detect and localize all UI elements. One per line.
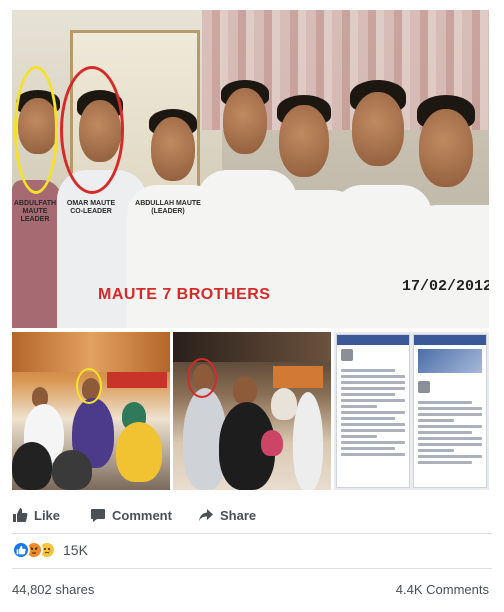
- main-photo[interactable]: ABDULFATH MAUTE LEADER OMAR MAUTE CO-LEA…: [12, 10, 489, 328]
- restaurant-ceiling: [12, 332, 170, 372]
- comment-button[interactable]: Comment: [90, 499, 172, 531]
- photo-date-stamp: 17/02/2012: [402, 278, 489, 295]
- red-highlight-ring: [187, 358, 217, 398]
- post-media[interactable]: ABDULFATH MAUTE LEADER OMAR MAUTE CO-LEA…: [12, 10, 489, 490]
- divider: [12, 568, 492, 569]
- reaction-summary[interactable]: 15K: [12, 540, 88, 560]
- thumbnail-photo-2[interactable]: [173, 332, 331, 490]
- comment-icon: [90, 507, 106, 523]
- share-button[interactable]: Share: [198, 499, 256, 531]
- thumbnail-photo-1[interactable]: [12, 332, 170, 490]
- thumbnail-photo-3[interactable]: [334, 332, 489, 490]
- figure: [52, 450, 92, 490]
- yellow-highlight-ring: [76, 368, 102, 404]
- red-highlight-ring: [60, 66, 124, 194]
- screenshot-right: [413, 334, 487, 488]
- figure: [233, 376, 257, 404]
- menu-board: [107, 372, 167, 388]
- reaction-count: 15K: [63, 542, 88, 558]
- figure: [12, 442, 52, 490]
- post-action-bar: Like Comment Share: [0, 499, 504, 531]
- shop-sign: [273, 366, 323, 388]
- like-reaction-icon: [12, 541, 30, 559]
- figure: [271, 388, 297, 420]
- screenshot-left: [336, 334, 410, 488]
- figure: [116, 422, 162, 482]
- share-label: Share: [220, 507, 257, 523]
- mall-ceiling: [173, 332, 331, 362]
- divider: [12, 533, 492, 534]
- figure: [261, 430, 283, 456]
- comment-count[interactable]: 4.4K Comments: [396, 582, 489, 597]
- yellow-highlight-ring: [14, 66, 58, 194]
- person-3-label: ABDULLAH MAUTE (LEADER): [135, 200, 201, 215]
- photo-caption: MAUTE 7 BROTHERS: [98, 286, 271, 303]
- share-arrow-icon: [198, 507, 214, 523]
- person-1-label: ABDULFATH MAUTE LEADER: [13, 200, 57, 223]
- person-2-label: OMAR MAUTE CO-LEADER: [66, 200, 116, 215]
- figure: [293, 392, 323, 490]
- share-count[interactable]: 44,802 shares: [12, 582, 94, 597]
- comment-label: Comment: [112, 507, 172, 523]
- like-button[interactable]: Like: [12, 499, 60, 531]
- thumbs-up-icon: [12, 507, 28, 523]
- like-label: Like: [34, 507, 61, 523]
